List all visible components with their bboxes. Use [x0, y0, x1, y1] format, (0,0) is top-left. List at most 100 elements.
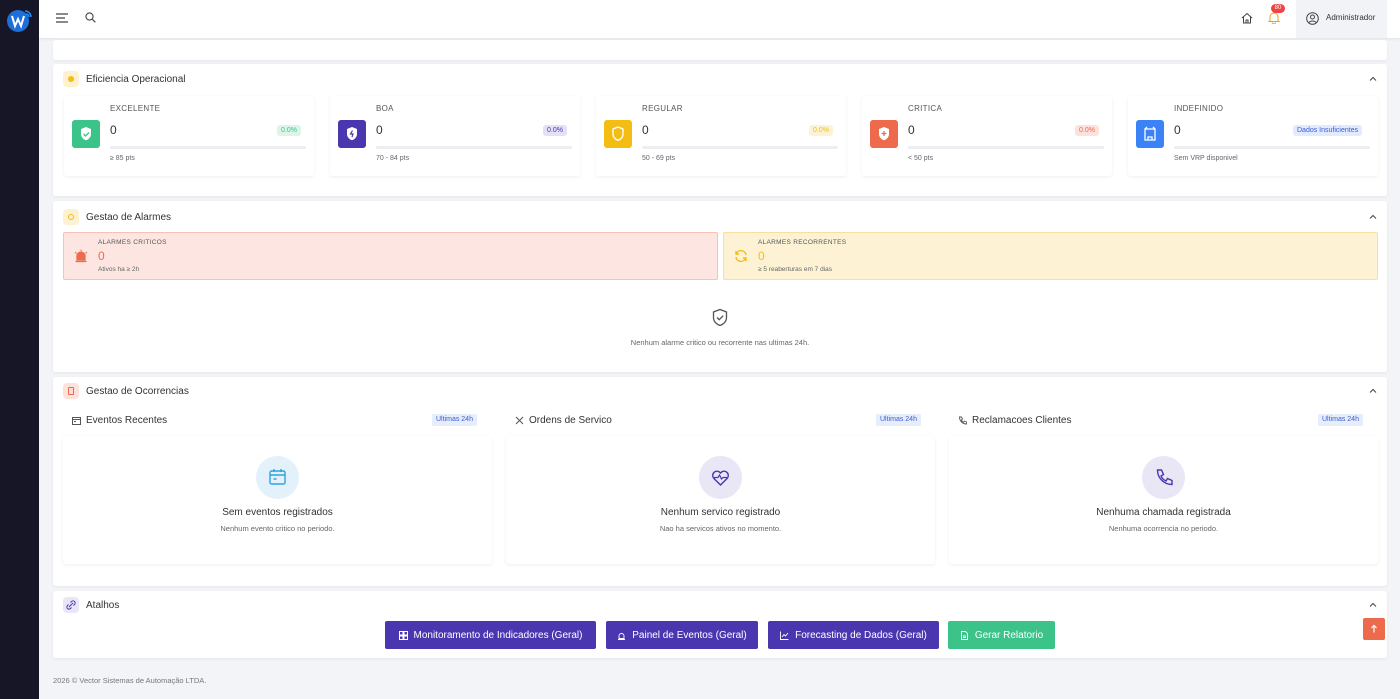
vector-logo-icon[interactable]	[5, 7, 33, 35]
kpi-label: CRITICA	[908, 104, 943, 113]
kpi-value: 0	[376, 123, 383, 137]
shield-plus-icon	[870, 120, 898, 148]
clipboard-icon	[63, 383, 79, 399]
kpi-label: REGULAR	[642, 104, 683, 113]
heart-pulse-icon	[699, 456, 742, 499]
calendar-icon	[256, 456, 299, 499]
chevron-up-icon[interactable]	[1368, 212, 1378, 222]
kpi-range: ≥ 85 pts	[110, 155, 135, 162]
forecasting-button[interactable]: Forecasting de Dados (Geral)	[768, 621, 939, 649]
button-label: Forecasting de Dados (Geral)	[795, 629, 927, 641]
dashboard-icon	[398, 630, 408, 640]
top-strip	[53, 40, 1387, 60]
panel-title: Ordens de Servico	[529, 415, 612, 426]
shield-bolt-icon	[338, 120, 366, 148]
button-label: Monitoramento de Indicadores (Geral)	[413, 629, 583, 641]
time-range-badge: Ultimas 24h	[876, 414, 921, 426]
button-label: Gerar Relatorio	[974, 629, 1044, 641]
user-name: Administrador	[1326, 13, 1376, 22]
section-title: Atalhos	[86, 600, 120, 611]
topbar	[39, 0, 1400, 38]
alarm-critical-card[interactable]: ALARMES CRITICOS 0 Ativos ha ≥ 2h	[63, 232, 718, 280]
link-icon	[63, 597, 79, 613]
time-range-badge: Ultimas 24h	[432, 414, 477, 426]
footer-text: 2026 © Vector Sistemas de Automação LTDA…	[53, 676, 207, 685]
tools-icon	[515, 416, 524, 425]
panel-title: Eventos Recentes	[86, 415, 168, 426]
kpi-value: 0	[1174, 123, 1181, 137]
alarm-sub: ≥ 5 reaberturas em 7 dias	[758, 266, 833, 273]
kpi-card-indefinido: INDEFINIDO 0 Dados Insuficientes Sem VRP…	[1128, 96, 1378, 176]
section-title: Gestao de Alarmes	[86, 212, 172, 223]
alarm-recurring-card[interactable]: ALARMES RECORRENTES 0 ≥ 5 reaberturas em…	[723, 232, 1378, 280]
kpi-value: 0	[908, 123, 915, 137]
kpi-range: 50 - 69 pts	[642, 155, 676, 162]
painel-eventos-button[interactable]: Painel de Eventos (Geral)	[606, 621, 758, 649]
search-icon[interactable]	[85, 12, 96, 23]
home-icon[interactable]	[1241, 12, 1253, 24]
kpi-status-badge: Dados Insuficientes	[1293, 125, 1363, 136]
kpi-progress-bar	[642, 146, 838, 149]
phone-icon	[1142, 456, 1185, 499]
bulb-icon	[63, 71, 79, 87]
chevron-up-icon[interactable]	[1368, 600, 1378, 610]
section-title: Gestao de Ocorrencias	[86, 386, 189, 397]
arrow-up-icon	[1371, 624, 1377, 633]
kpi-range: < 50 pts	[908, 155, 934, 162]
panel-reclamacoes: Nenhuma chamada registrada Nenhuma ocorr…	[949, 436, 1378, 564]
kpi-progress-bar	[110, 146, 306, 149]
chevron-up-icon[interactable]	[1368, 74, 1378, 84]
chevron-up-icon[interactable]	[1368, 386, 1378, 396]
kpi-percent-badge: 0.0%	[543, 125, 567, 136]
kpi-progress-bar	[376, 146, 572, 149]
shield-check-icon	[72, 120, 100, 148]
button-label: Painel de Eventos (Geral)	[632, 629, 747, 641]
user-avatar-icon[interactable]	[1306, 12, 1319, 25]
kpi-progress-bar	[908, 146, 1104, 149]
empty-subtitle: Nao ha servicos ativos no momento.	[659, 524, 782, 533]
shield-icon	[604, 120, 632, 148]
kpi-percent-badge: 0.0%	[1075, 125, 1099, 136]
empty-alarm-message: Nenhum alarme critico ou recorrente nas …	[630, 338, 810, 347]
empty-title: Sem eventos registrados	[222, 507, 333, 518]
kpi-progress-bar	[1174, 146, 1370, 149]
refresh-icon	[735, 249, 747, 263]
sidebar	[0, 0, 39, 699]
empty-title: Nenhuma chamada registrada	[1096, 507, 1231, 518]
monitoramento-button[interactable]: Monitoramento de Indicadores (Geral)	[385, 621, 596, 649]
menu-icon[interactable]	[56, 13, 68, 23]
kpi-card-boa: BOA 0 0.0% 70 - 84 pts	[330, 96, 580, 176]
kpi-label: INDEFINIDO	[1174, 104, 1224, 113]
siren-icon	[74, 249, 88, 263]
panel-title: Reclamacoes Clientes	[972, 415, 1072, 426]
kpi-percent-badge: 0.0%	[809, 125, 833, 136]
panel-eventos: Sem eventos registrados Nenhum evento cr…	[63, 436, 492, 564]
kpi-card-excelente: EXCELENTE 0 0.0% ≥ 85 pts	[64, 96, 314, 176]
kpi-value: 0	[642, 123, 649, 137]
panel-servicos: Nenhum servico registrado Nao ha servico…	[506, 436, 935, 564]
kpi-card-regular: REGULAR 0 0.0% 50 - 69 pts	[596, 96, 846, 176]
empty-subtitle: Nenhum evento critico no periodo.	[220, 524, 335, 533]
kpi-label: BOA	[376, 104, 394, 113]
alarm-value: 0	[98, 249, 105, 263]
building-icon	[1136, 120, 1164, 148]
file-icon	[960, 630, 968, 640]
notification-badge: 80	[1271, 4, 1285, 13]
section-title: Eficiencia Operacional	[86, 74, 186, 85]
time-range-badge: Ultimas 24h	[1318, 414, 1363, 426]
calendar-icon	[72, 417, 81, 425]
shield-check-icon	[712, 308, 728, 327]
siren-icon	[618, 632, 626, 640]
kpi-label: EXCELENTE	[110, 104, 161, 113]
phone-icon	[959, 416, 967, 425]
empty-title: Nenhum servico registrado	[660, 507, 781, 518]
alarm-sub: Ativos ha ≥ 2h	[98, 266, 140, 273]
kpi-range: 70 - 84 pts	[376, 155, 410, 162]
chart-line-icon	[780, 631, 789, 640]
alarm-icon	[63, 209, 79, 225]
alarm-value: 0	[758, 249, 765, 263]
empty-subtitle: Nenhuma ocorrencia no periodo.	[1108, 524, 1219, 533]
scroll-to-top-button[interactable]	[1363, 618, 1385, 640]
kpi-value: 0	[110, 123, 117, 137]
gerar-relatorio-button[interactable]: Gerar Relatorio	[948, 621, 1055, 649]
